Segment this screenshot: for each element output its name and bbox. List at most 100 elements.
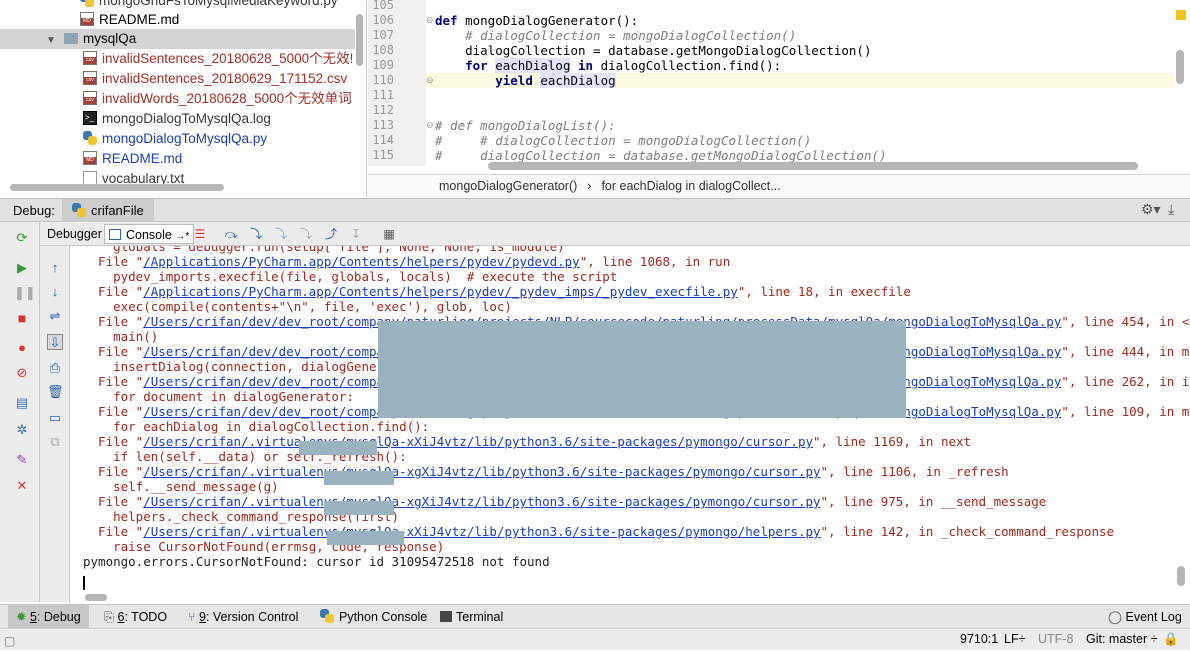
settings-icon[interactable]: ✲ bbox=[14, 422, 30, 438]
console-vertical-scrollbar[interactable] bbox=[1177, 566, 1185, 586]
print-icon[interactable]: ⎙ bbox=[47, 360, 63, 376]
console-line: insertDialog(connection, dialogGenerator… bbox=[83, 359, 422, 374]
lock-icon[interactable]: 🔒 bbox=[1163, 629, 1179, 650]
console-text: ", line 142, in _check_command_response bbox=[820, 524, 1115, 539]
console-line: for document in dialogGenerator: bbox=[83, 389, 354, 404]
restore-icon[interactable]: ⧉ bbox=[47, 434, 63, 450]
console-horizontal-scrollbar[interactable] bbox=[85, 594, 107, 601]
tab-debugger[interactable]: Debugger bbox=[44, 224, 106, 244]
file-link[interactable]: /Users/crifan/.virtualenvs/mysqlQa-xXiJ4… bbox=[143, 434, 813, 449]
fold-marker-icon[interactable]: ⊖ bbox=[426, 15, 434, 26]
python-file-icon bbox=[83, 131, 97, 145]
caret-position[interactable]: 9710:1 bbox=[960, 629, 998, 650]
redaction-overlay bbox=[324, 471, 394, 485]
fold-marker-icon[interactable]: ⊖ bbox=[426, 120, 434, 131]
tab-version-control[interactable]: ⑂ 9: Version Control bbox=[180, 605, 306, 629]
debug-header: Debug: crifanFile ⚙▾ ⤓ bbox=[0, 198, 1190, 222]
line-number: 115 bbox=[372, 148, 394, 162]
file-link[interactable]: /Applications/PyCharm.app/Contents/helpe… bbox=[143, 284, 738, 299]
console-output[interactable]: globals = debugger.run(setup['file'], No… bbox=[71, 246, 1190, 602]
file-link[interactable]: /Users/crifan/.virtualenvs/mysqlQa-xgXiJ… bbox=[143, 494, 820, 509]
text-file-icon bbox=[83, 171, 97, 185]
tree-item[interactable]: README.md bbox=[80, 10, 179, 30]
close-icon[interactable]: ✕ bbox=[14, 478, 30, 494]
tab-terminal[interactable]: Terminal bbox=[432, 605, 511, 629]
breadcrumb-item[interactable]: mongoDialogGenerator() bbox=[439, 179, 577, 193]
file-encoding[interactable]: UTF-8 bbox=[1038, 629, 1073, 650]
console-text: pymongo.errors.CursorNotFound: cursor id… bbox=[83, 554, 550, 569]
python-icon bbox=[72, 203, 86, 217]
console-line: pymongo.errors.CursorNotFound: cursor id… bbox=[83, 554, 550, 569]
stop-icon[interactable]: ■ bbox=[14, 310, 30, 326]
tree-item[interactable]: mongoDialogToMysqlQa.log bbox=[83, 109, 271, 129]
line-separator[interactable]: LF÷ bbox=[1004, 629, 1025, 650]
console-text: File " bbox=[83, 464, 144, 479]
console-line: globals = debugger.run(setup['file'], No… bbox=[83, 246, 565, 254]
console-text: ", line 1106, in _refresh bbox=[820, 464, 1009, 479]
line-number: 110 bbox=[372, 73, 394, 87]
warning-marker-icon[interactable] bbox=[1176, 10, 1186, 20]
force-step-into-icon[interactable]: ⤵ bbox=[298, 226, 314, 242]
file-link[interactable]: /Applications/PyCharm.app/Contents/helpe… bbox=[143, 254, 580, 269]
console-text: self.__send_message(g) bbox=[83, 479, 279, 494]
tab-event-log[interactable]: ◯ Event Log bbox=[1100, 605, 1190, 629]
toggle-tool-windows-icon[interactable]: ▢ bbox=[4, 631, 15, 652]
step-into-my-code-icon[interactable]: ⤵ bbox=[273, 226, 289, 242]
layout-icon[interactable]: ▤ bbox=[14, 395, 30, 411]
tab-console[interactable]: Console →* bbox=[104, 224, 195, 244]
view-breakpoints-icon[interactable]: ● bbox=[14, 340, 30, 356]
editor-vertical-scrollbar[interactable] bbox=[1176, 50, 1184, 84]
code-editor[interactable]: 105 106 107 108 109 110 111 112 113 114 … bbox=[368, 0, 1190, 197]
editor-horizontal-scrollbar[interactable] bbox=[488, 162, 1138, 170]
evaluate-expression-icon[interactable]: ▦ bbox=[381, 226, 397, 242]
fold-marker-icon[interactable]: ⊖ bbox=[426, 75, 434, 86]
gear-icon[interactable]: ⚙▾ bbox=[1141, 201, 1161, 218]
tab-todo[interactable]: ⎘ 6: TODO bbox=[96, 605, 175, 629]
file-link[interactable]: /Users/crifan/.virtualenvs/mysqlQa-xXiJ4… bbox=[143, 524, 820, 539]
soft-wrap-icon[interactable]: ⇌ bbox=[47, 308, 63, 324]
pause-icon[interactable]: ❚❚ bbox=[14, 285, 36, 301]
tree-item[interactable]: invalidSentences_20180628_5000个无效! bbox=[83, 49, 353, 69]
up-arrow-icon[interactable]: ↑ bbox=[47, 260, 63, 276]
console-text: ", line 975, in __send_message bbox=[820, 494, 1047, 509]
console-line: self.__send_message(g) bbox=[83, 479, 279, 494]
console-text: ", line 1068, in run bbox=[579, 254, 731, 269]
resume-icon[interactable]: ▶ bbox=[14, 260, 30, 276]
redaction-overlay bbox=[324, 501, 394, 515]
console-text: insertDialog(connection, dialogGenerator… bbox=[83, 359, 422, 374]
console-text: for eachDialog in dialogCollection.find(… bbox=[83, 419, 430, 434]
tree-vertical-scrollbar[interactable] bbox=[356, 14, 363, 66]
rerun-icon[interactable]: ⟳ bbox=[14, 230, 30, 246]
show-execution-point-icon[interactable]: ☰ bbox=[192, 226, 208, 242]
csv-file-icon bbox=[83, 51, 97, 65]
tab-debug[interactable]: ✹ 5: Debug bbox=[8, 605, 89, 629]
mute-breakpoints-icon[interactable]: ⊘ bbox=[14, 365, 30, 381]
git-branch[interactable]: Git: master ÷ bbox=[1086, 629, 1157, 650]
tree-item[interactable]: invalidWords_20180628_5000个无效单词 bbox=[83, 89, 352, 109]
code-line: yield eachDialog bbox=[495, 73, 616, 88]
scroll-to-end-icon[interactable]: ⇩ bbox=[47, 334, 63, 350]
console-text: ", line 1169, in next bbox=[813, 434, 972, 449]
down-arrow-icon[interactable]: ↓ bbox=[47, 284, 63, 300]
tree-item[interactable]: README.md bbox=[83, 149, 182, 169]
tree-item[interactable]: mongoDialogToMysqlQa.py bbox=[83, 129, 267, 149]
trash-icon[interactable]: 🗑 bbox=[47, 384, 64, 400]
line-number: 113 bbox=[372, 118, 394, 132]
expand-triangle-icon[interactable]: ▼ bbox=[44, 31, 58, 51]
console-icon[interactable]: ▭ bbox=[47, 410, 63, 426]
step-out-icon[interactable]: ⤴ bbox=[323, 226, 339, 242]
tree-item[interactable]: invalidSentences_20180629_171152.csv bbox=[83, 69, 347, 89]
hide-icon[interactable]: ⤓ bbox=[1168, 201, 1174, 218]
step-into-icon[interactable]: ⤵ bbox=[248, 226, 264, 242]
tab-python-console[interactable]: Python Console bbox=[312, 605, 435, 629]
step-over-icon[interactable]: ⤼ bbox=[223, 226, 239, 242]
debug-session-tab[interactable]: crifanFile bbox=[62, 199, 154, 222]
line-number: 105 bbox=[372, 0, 394, 12]
tree-horizontal-scrollbar[interactable] bbox=[10, 184, 224, 191]
tree-item-folder[interactable]: ▼ mysqlQa bbox=[0, 29, 355, 49]
file-link[interactable]: /Users/crifan/.virtualenvs/mysqlQa-xgXiJ… bbox=[143, 464, 820, 479]
pin-icon[interactable]: ✎ bbox=[14, 452, 30, 468]
run-to-cursor-icon[interactable]: ↧ bbox=[348, 226, 364, 242]
console-text: pydev_imports.execfile(file, globals, lo… bbox=[83, 269, 618, 284]
breadcrumb-item[interactable]: for eachDialog in dialogCollect... bbox=[601, 179, 780, 193]
